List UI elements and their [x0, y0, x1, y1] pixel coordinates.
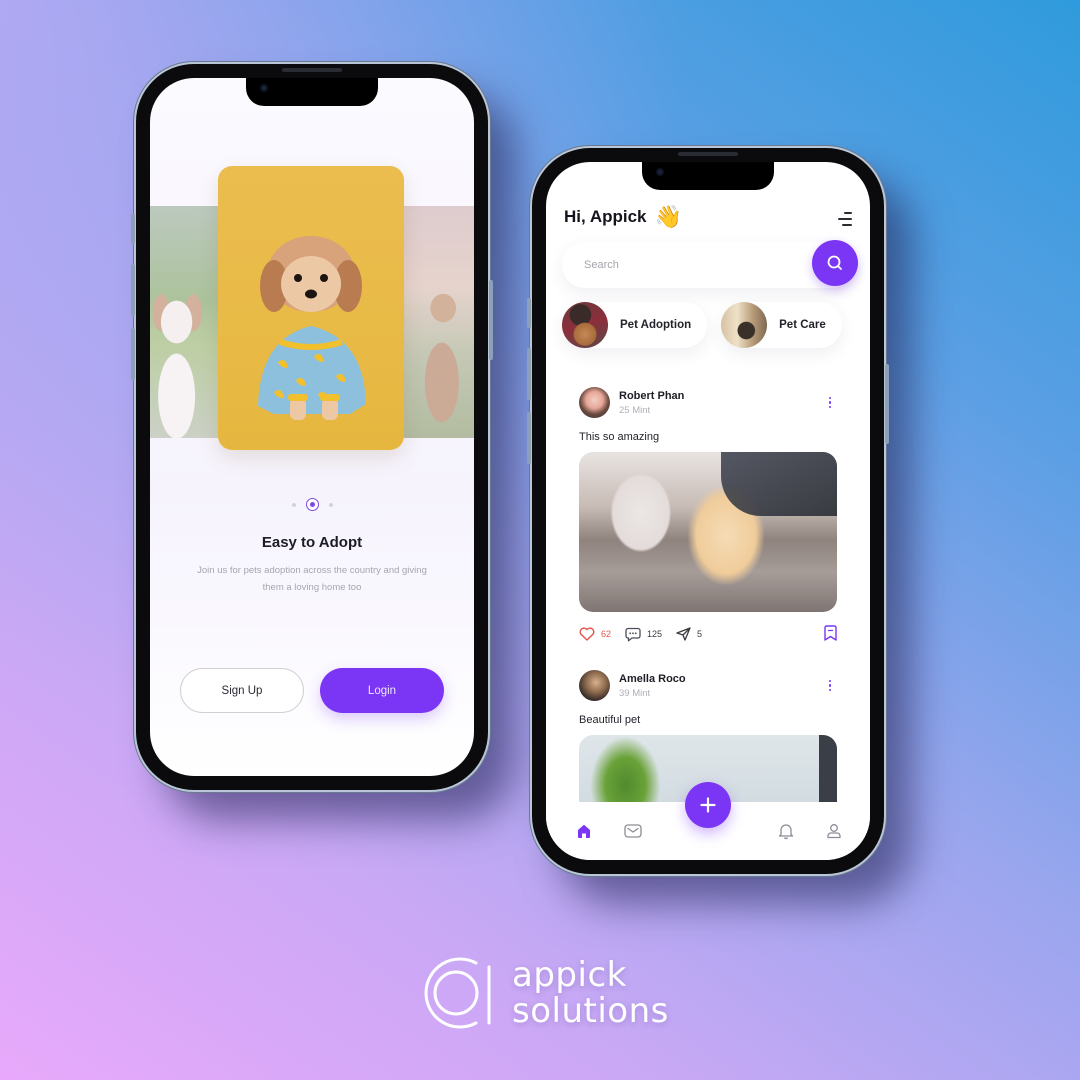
search-icon: [827, 255, 842, 270]
volume-down-button: [527, 412, 531, 464]
page-dot[interactable]: [291, 502, 296, 507]
brand-line-1: appick: [512, 955, 627, 995]
login-button[interactable]: Login: [320, 668, 444, 713]
search-button[interactable]: [812, 240, 858, 286]
post-header: Robert Phan 25 Mint: [579, 387, 837, 418]
avatar[interactable]: [579, 670, 610, 701]
volume-down-button: [131, 328, 135, 380]
dog-right-image: [404, 206, 474, 438]
tab-messages[interactable]: [621, 819, 645, 843]
pet-adoption-avatar: [562, 302, 608, 348]
carousel-pagination: [150, 498, 474, 511]
post-caption: This so amazing: [579, 431, 660, 443]
onboarding-screen: Easy to Adopt Join us for pets adoption …: [150, 78, 474, 776]
heart-icon: [579, 627, 595, 641]
phone-home: Hi, Appick 👋 Pet Adoption Pet Care: [527, 148, 889, 874]
send-icon: [676, 627, 691, 641]
volume-up-button: [527, 348, 531, 400]
appick-logo-icon: [424, 957, 491, 1029]
mute-switch: [527, 298, 531, 328]
more-options-icon[interactable]: [821, 394, 839, 412]
greeting-text: Hi, Appick: [564, 207, 647, 226]
comment-icon: [625, 627, 641, 641]
page-dot-active[interactable]: [305, 498, 319, 511]
onboarding-description: Join us for pets adoption across the cou…: [197, 565, 427, 593]
category-pet-care[interactable]: Pet Care: [721, 302, 842, 348]
post-image[interactable]: [579, 452, 837, 612]
category-label: Pet Adoption: [620, 319, 692, 331]
home-icon: [578, 824, 590, 838]
waving-hand-icon: 👋: [654, 204, 682, 229]
like-count: 62: [601, 629, 612, 639]
page-dot[interactable]: [328, 502, 333, 507]
comment-button[interactable]: 125: [625, 627, 662, 642]
front-camera: [260, 84, 268, 92]
post-header: Amella Roco 39 Mint: [579, 670, 837, 701]
mute-switch: [131, 214, 135, 244]
mail-icon: [623, 824, 642, 838]
pet-care-avatar: [721, 302, 768, 348]
notch: [246, 78, 378, 106]
speaker-grille: [678, 152, 738, 156]
tab-notifications[interactable]: [774, 819, 798, 843]
add-post-button[interactable]: [685, 782, 731, 828]
search-bar: [562, 240, 858, 288]
phone-onboarding: Easy to Adopt Join us for pets adoption …: [131, 64, 493, 790]
carousel-next-card[interactable]: [404, 206, 474, 438]
post-time: 39 Mint: [619, 687, 651, 699]
post-actions: 62 125 5: [579, 625, 837, 643]
volume-up-button: [131, 264, 135, 316]
power-button: [489, 280, 493, 360]
notch: [642, 162, 774, 190]
menu-icon[interactable]: [838, 212, 852, 226]
dog-left-image: [150, 206, 220, 438]
comment-count: 125: [647, 629, 663, 639]
auth-buttons: Sign Up Login: [180, 668, 444, 713]
carousel-active-card[interactable]: [218, 166, 404, 450]
speaker-grille: [282, 68, 342, 72]
brand-logo: appick solutions: [418, 953, 669, 1033]
profile-icon: [827, 824, 841, 839]
feed-post: Robert Phan 25 Mint This so amazing 62 1…: [579, 387, 837, 643]
home-screen: Hi, Appick 👋 Pet Adoption Pet Care: [546, 162, 870, 860]
bookmark-button[interactable]: [824, 625, 837, 643]
category-pet-adoption[interactable]: Pet Adoption: [562, 302, 708, 348]
category-label: Pet Care: [779, 319, 826, 331]
tab-profile[interactable]: [822, 819, 846, 843]
category-chips: Pet Adoption Pet Care: [562, 302, 842, 348]
greeting: Hi, Appick 👋: [564, 206, 682, 228]
avatar[interactable]: [579, 387, 610, 418]
bell-icon: [778, 824, 793, 840]
post-caption: Beautiful pet: [579, 714, 641, 726]
like-button[interactable]: 62: [579, 627, 611, 641]
power-button: [885, 364, 889, 444]
onboarding-title: Easy to Adopt: [261, 534, 363, 551]
share-button[interactable]: 5: [676, 627, 702, 641]
sign-up-button[interactable]: Sign Up: [180, 668, 304, 713]
front-camera: [656, 168, 664, 176]
dog-center-image: [258, 236, 366, 420]
tab-home[interactable]: [572, 819, 596, 843]
carousel-prev-card[interactable]: [150, 206, 220, 438]
post-author[interactable]: Robert Phan: [619, 390, 684, 402]
more-options-icon[interactable]: [821, 677, 839, 695]
bookmark-icon: [824, 625, 837, 641]
add-icon: [700, 797, 716, 813]
post-time: 25 Mint: [619, 404, 651, 416]
brand-name: appick solutions: [512, 957, 669, 1029]
post-author[interactable]: Amella Roco: [619, 673, 686, 685]
share-count: 5: [697, 629, 703, 639]
brand-line-2: solutions: [512, 991, 669, 1031]
